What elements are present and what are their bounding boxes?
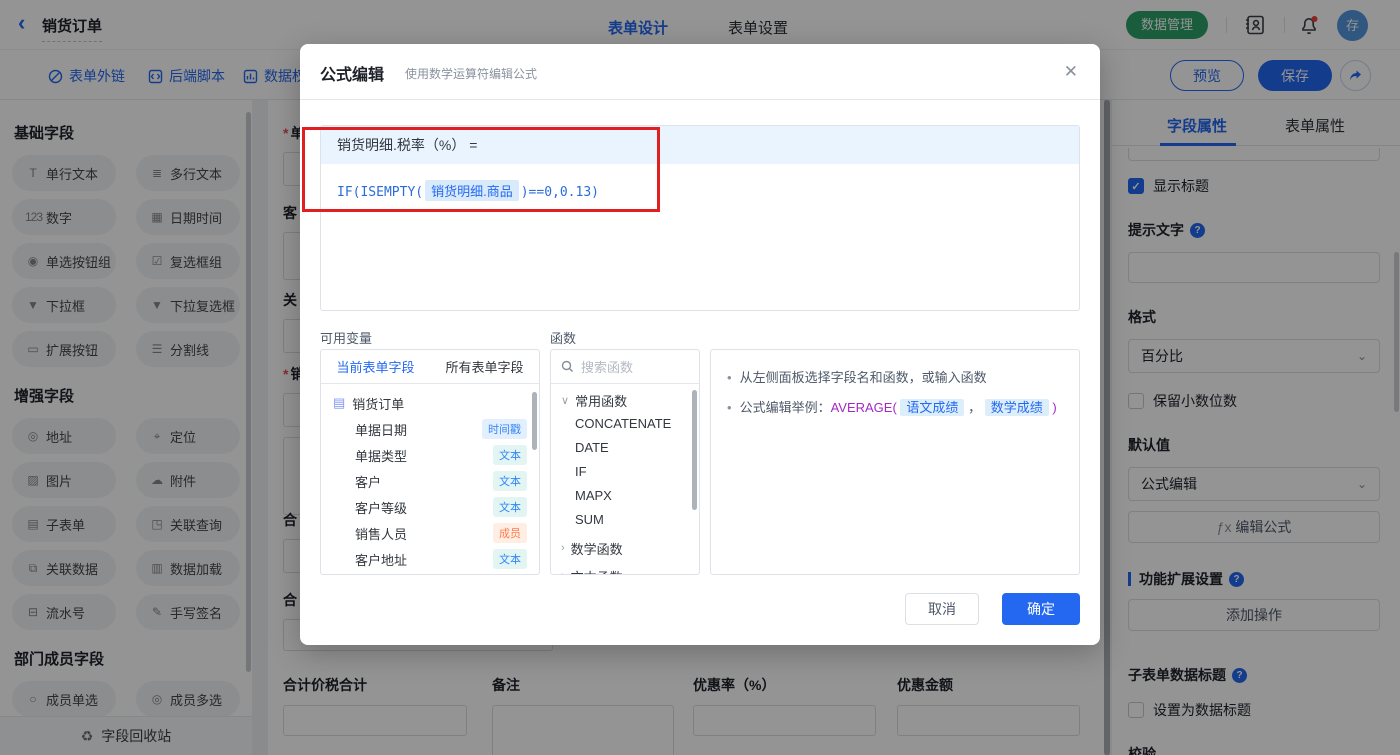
- modal-header: 公式编辑 使用数学运算符编辑公式 ✕: [300, 44, 1100, 100]
- tab-current-form-fields[interactable]: 当前表单字段: [321, 357, 430, 376]
- function-item[interactable]: MAPX: [551, 484, 699, 508]
- function-group-math[interactable]: › 数学函数: [551, 536, 699, 560]
- type-badge: 文本: [493, 445, 527, 465]
- modal-subtitle: 使用数学运算符编辑公式: [405, 65, 537, 82]
- variable-row[interactable]: 客户等级 文本: [321, 494, 539, 520]
- help-line-1: • 从左侧面板选择字段名和函数，或输入函数: [727, 368, 1065, 388]
- chevron-right-icon: ›: [561, 542, 565, 554]
- functions-panel: 搜索函数 ∨ 常用函数 CONCATENATE DATE IF MAPX SUM…: [550, 349, 700, 575]
- formula-editor-modal: 公式编辑 使用数学运算符编辑公式 ✕ 销货明细.税率（%） = IF(ISEMP…: [300, 44, 1100, 645]
- variable-name: 单据日期: [355, 420, 407, 439]
- modal-title: 公式编辑: [320, 61, 384, 85]
- functions-pane-label: 函数: [550, 328, 576, 347]
- help-panel: • 从左侧面板选择字段名和函数，或输入函数 • 公式编辑举例：AVERAGE( …: [710, 349, 1080, 575]
- variables-tabs: 当前表单字段 所有表单字段: [321, 350, 539, 384]
- variable-name: 销售人员: [355, 524, 407, 543]
- chevron-down-icon: ∨: [561, 394, 569, 407]
- function-item[interactable]: SUM: [551, 508, 699, 532]
- formula-prefix: IF(ISEMPTY(: [337, 185, 423, 200]
- formula-suffix: )==0,0.13): [521, 185, 599, 200]
- close-icon[interactable]: ✕: [1064, 62, 1078, 82]
- function-item[interactable]: DATE: [551, 436, 699, 460]
- function-group-common[interactable]: ∨ 常用函数: [551, 388, 699, 412]
- variables-tree: ▤ 销货订单 单据日期时间戳 单据类型文本 客户文本 客户等级文本 销售人员成员…: [321, 390, 539, 575]
- example-label: 公式编辑举例：: [740, 400, 831, 415]
- function-item[interactable]: CONCATENATE: [551, 412, 699, 436]
- type-badge: 文本: [493, 497, 527, 517]
- variable-row[interactable]: 单据日期 时间戳: [321, 416, 539, 442]
- function-item[interactable]: IF: [551, 460, 699, 484]
- help-line-2: • 公式编辑举例：AVERAGE( 语文成绩 ， 数学成绩 ): [727, 398, 1065, 418]
- variable-row[interactable]: 客户地址文本: [321, 546, 539, 572]
- type-badge: 文本: [493, 549, 527, 569]
- variable-name: 客户等级: [355, 498, 407, 517]
- search-icon: [561, 360, 574, 373]
- variable-row[interactable]: 文本: [321, 572, 539, 575]
- formula-expression[interactable]: IF(ISEMPTY(销货明细.商品)==0,0.13): [337, 180, 1079, 201]
- variable-row[interactable]: 单据类型 文本: [321, 442, 539, 468]
- variable-row[interactable]: 客户 文本: [321, 468, 539, 494]
- formula-editor-area[interactable]: 销货明细.税率（%） = IF(ISEMPTY(销货明细.商品)==0,0.13…: [320, 125, 1080, 311]
- variable-name: 客户地址: [355, 550, 407, 569]
- functions-scrollbar[interactable]: [692, 390, 697, 510]
- type-badge: 文本: [493, 471, 527, 491]
- bullet-icon: •: [727, 398, 732, 418]
- variables-scrollbar[interactable]: [532, 392, 537, 450]
- root-form-name: 销货订单: [352, 394, 404, 413]
- search-placeholder: 搜索函数: [581, 357, 633, 376]
- field-chip: 数学成绩: [985, 399, 1049, 416]
- variables-pane-label: 可用变量: [320, 328, 372, 347]
- function-token: AVERAGE(: [831, 400, 897, 415]
- type-badge: 成员: [493, 523, 527, 543]
- function-token: ): [1052, 400, 1056, 415]
- confirm-button[interactable]: 确定: [1002, 593, 1080, 625]
- function-search[interactable]: 搜索函数: [551, 350, 699, 384]
- field-chip[interactable]: 销货明细.商品: [425, 180, 519, 201]
- chevron-right-icon: ›: [561, 570, 565, 575]
- app-window: ‹ 销货订单 表单设计 表单设置 数据管理 存 表单外链: [0, 0, 1400, 755]
- variable-row[interactable]: 销售人员 成员: [321, 520, 539, 546]
- type-badge: 时间戳: [482, 419, 527, 439]
- comma-token: ，: [968, 400, 981, 415]
- formula-target-line: 销货明细.税率（%） =: [321, 126, 1079, 164]
- variable-name: 客户: [355, 472, 381, 491]
- variable-name: 单据类型: [355, 446, 407, 465]
- tab-all-form-fields[interactable]: 所有表单字段: [430, 357, 539, 376]
- cancel-button[interactable]: 取消: [905, 593, 979, 625]
- form-doc-icon: ▤: [333, 395, 345, 411]
- field-chip: 语文成绩: [900, 399, 964, 416]
- variables-panel: 当前表单字段 所有表单字段 ▤ 销货订单 单据日期时间戳 单据类型文本 客户文本…: [320, 349, 540, 575]
- function-group-text[interactable]: › 文本函数: [551, 564, 699, 575]
- bullet-icon: •: [727, 368, 732, 388]
- tree-root-form[interactable]: ▤ 销货订单: [321, 390, 539, 416]
